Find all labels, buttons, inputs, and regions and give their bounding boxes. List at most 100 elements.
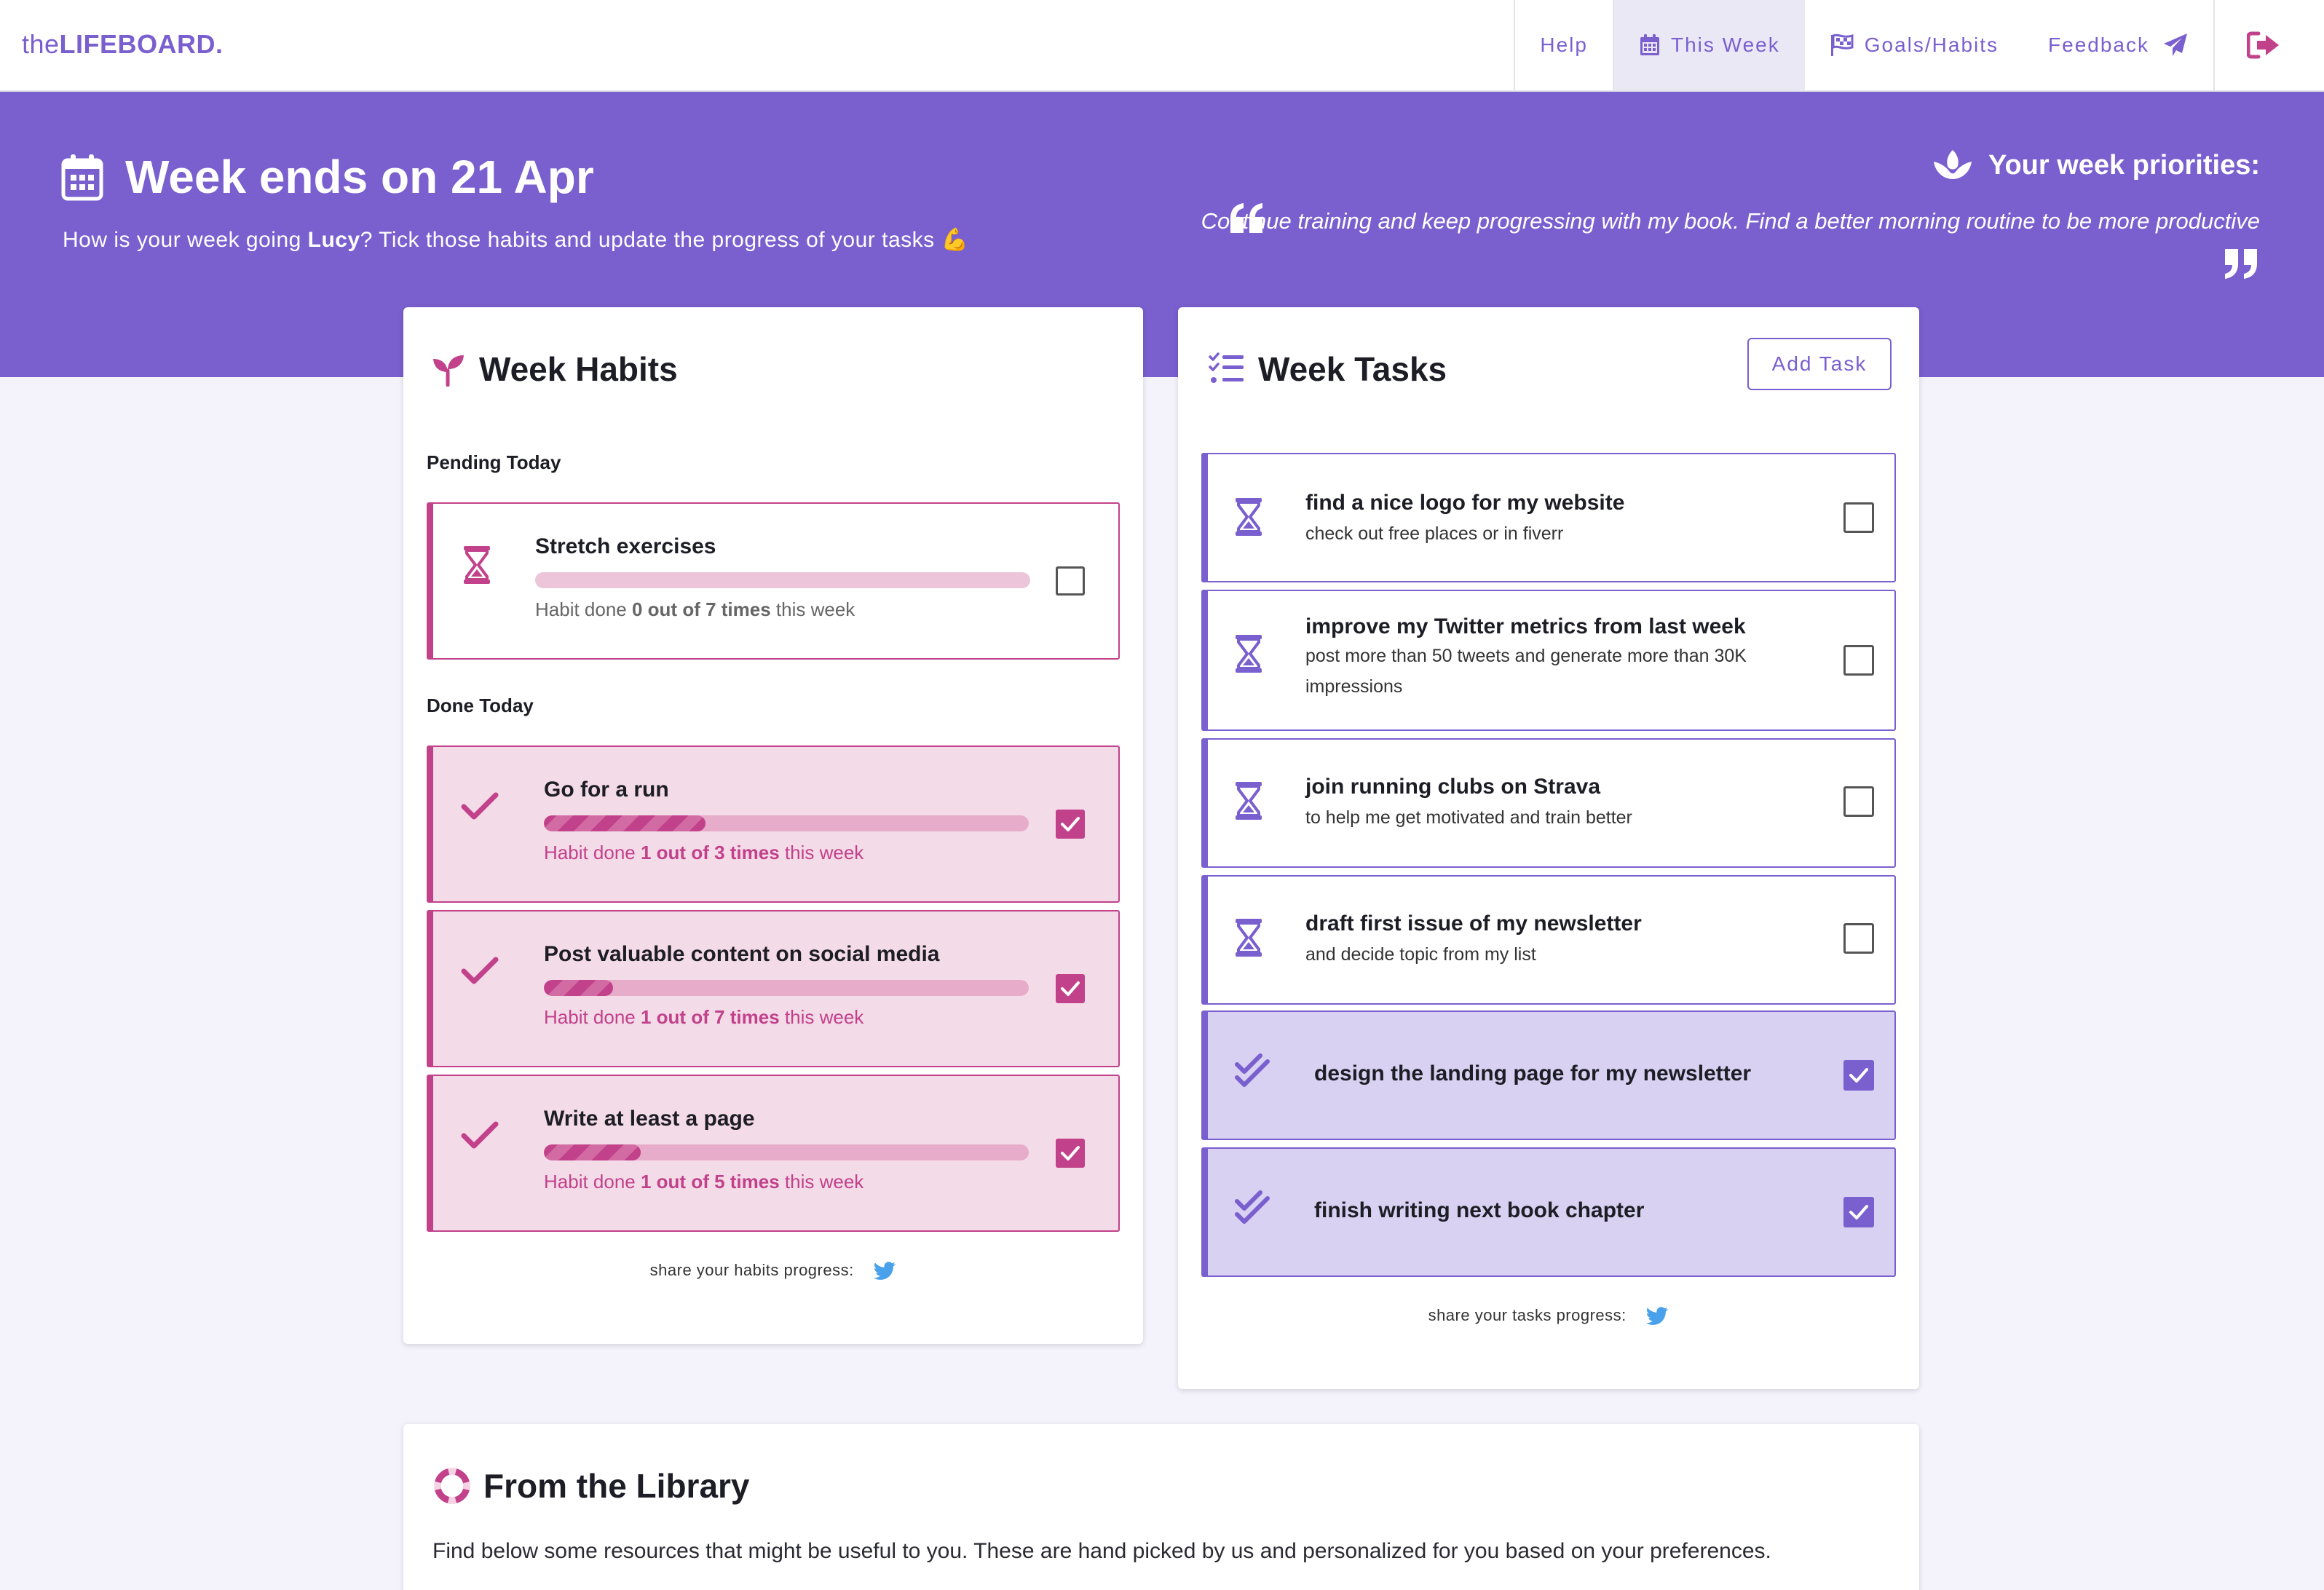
done-today-label: Done Today [427, 695, 534, 716]
checkmark-icon [1061, 1146, 1080, 1160]
habit-checkbox[interactable] [1056, 566, 1085, 596]
task-item[interactable]: finish writing next book chapter [1201, 1147, 1896, 1277]
hourglass-icon [1236, 919, 1262, 957]
week-tasks-card: Week Tasks Add Task find a nice logo for… [1178, 307, 1919, 1389]
task-item[interactable]: improve my Twitter metrics from last wee… [1201, 590, 1896, 731]
habit-progress-text: Habit done 0 out of 7 times this week [535, 598, 855, 621]
quote-close-icon [2225, 248, 2257, 279]
top-navbar: theLIFEBOARD. Help This Week Goals/Habit… [0, 0, 2324, 92]
habit-meta-suffix: this week [770, 598, 855, 620]
nav-feedback[interactable]: Feedback [2023, 0, 2213, 90]
habit-name: Write at least a page [544, 1107, 755, 1131]
habit-name: Stretch exercises [535, 534, 716, 558]
habit-item[interactable]: Post valuable content on social media Ha… [427, 910, 1120, 1067]
nav-goals-habits[interactable]: Goals/Habits [1805, 0, 2023, 90]
task-item[interactable]: draft first issue of my newsletter and d… [1201, 875, 1896, 1005]
nav-feedback-label: Feedback [2048, 33, 2149, 56]
nav-goals-habits-label: Goals/Habits [1864, 33, 1999, 56]
habit-meta-suffix: this week [779, 1171, 864, 1192]
habit-count: 1 out of 5 times [640, 1171, 780, 1192]
tasks-title: Week Tasks [1209, 349, 1447, 389]
paper-plane-icon [2164, 33, 2187, 56]
habit-progress-bar [544, 1144, 1029, 1160]
habit-count: 1 out of 7 times [640, 1006, 780, 1028]
task-description: check out free places or in fiverr [1305, 523, 1564, 544]
habit-item[interactable]: Stretch exercises Habit done 0 out of 7 … [427, 502, 1120, 660]
week-title: Week ends on 21 Apr [125, 151, 594, 203]
task-description: and decide topic from my list [1305, 944, 1536, 965]
priorities-heading: Your week priorities: [1932, 149, 2260, 182]
pending-today-label: Pending Today [427, 451, 561, 473]
user-name: Lucy [307, 228, 360, 252]
habit-meta-prefix: Habit done [535, 598, 632, 620]
task-checkbox[interactable] [1843, 1197, 1874, 1227]
share-tasks-label: share your tasks progress: [1428, 1306, 1627, 1324]
twitter-icon[interactable] [873, 1261, 896, 1281]
add-task-label: Add Task [1771, 352, 1868, 375]
habit-progress-fill [544, 1144, 641, 1160]
task-description: to help me get motivated and train bette… [1305, 807, 1632, 828]
hourglass-icon [1236, 635, 1262, 673]
task-checkbox[interactable] [1843, 502, 1874, 533]
habit-meta-suffix: this week [779, 842, 864, 863]
task-name: improve my Twitter metrics from last wee… [1305, 614, 1746, 638]
task-checkbox[interactable] [1843, 786, 1874, 817]
share-habits: share your habits progress: [403, 1261, 1143, 1281]
twitter-icon[interactable] [1645, 1306, 1669, 1326]
task-item[interactable]: design the landing page for my newslette… [1201, 1010, 1896, 1140]
page-title: Week ends on 21 Apr [61, 150, 594, 204]
priorities-title: Your week priorities: [1988, 149, 2260, 181]
task-name: draft first issue of my newsletter [1305, 911, 1642, 936]
task-item[interactable]: join running clubs on Strava to help me … [1201, 738, 1896, 868]
nav-help-label: Help [1540, 33, 1588, 56]
habit-progress-fill [544, 815, 706, 831]
habit-checkbox[interactable] [1056, 810, 1085, 839]
habit-item[interactable]: Write at least a page Habit done 1 out o… [427, 1075, 1120, 1232]
habits-title-text: Week Habits [479, 350, 678, 388]
priorities-text: Continue training and keep progressing w… [1197, 201, 2260, 282]
logout-button[interactable] [2213, 0, 2324, 90]
habit-progress-text: Habit done 1 out of 3 times this week [544, 842, 863, 864]
week-header: Week ends on 21 Apr How is your week goi… [0, 92, 2324, 377]
habit-checkbox[interactable] [1056, 974, 1085, 1003]
library-title-text: From the Library [483, 1467, 750, 1505]
habit-progress-text: Habit done 1 out of 5 times this week [544, 1171, 863, 1193]
task-description: post more than 50 tweets and generate mo… [1305, 646, 1747, 697]
nav-this-week[interactable]: This Week [1612, 0, 1805, 90]
check-icon [461, 957, 499, 984]
hourglass-icon [464, 546, 490, 584]
checklist-icon [1209, 352, 1244, 383]
task-checkbox[interactable] [1843, 1060, 1874, 1091]
habit-checkbox[interactable] [1056, 1139, 1085, 1168]
add-task-button[interactable]: Add Task [1747, 338, 1892, 390]
task-name: finish writing next book chapter [1314, 1198, 1645, 1222]
week-greeting: How is your week going Lucy? Tick those … [63, 227, 968, 253]
library-title: From the Library [434, 1466, 750, 1506]
hourglass-icon [1236, 498, 1262, 536]
task-checkbox[interactable] [1843, 645, 1874, 676]
habit-count: 1 out of 3 times [640, 842, 780, 863]
habit-progress-text: Habit done 1 out of 7 times this week [544, 1006, 863, 1029]
habit-progress-bar [544, 980, 1029, 996]
habit-count: 0 out of 7 times [631, 598, 771, 620]
habit-meta-prefix: Habit done [544, 1171, 641, 1192]
habit-meta-prefix: Habit done [544, 1006, 641, 1028]
week-habits-card: Week Habits Pending Today Stretch exerci… [403, 307, 1143, 1344]
greeting-before: How is your week going [63, 228, 308, 252]
library-description: Find below some resources that might be … [432, 1539, 1771, 1563]
priorities-quote: Continue training and keep progressing w… [1201, 208, 2260, 234]
brand-logo[interactable]: theLIFEBOARD. [22, 29, 224, 60]
nav-help[interactable]: Help [1514, 0, 1613, 90]
task-checkbox[interactable] [1843, 923, 1874, 954]
habit-meta-prefix: Habit done [544, 842, 641, 863]
hourglass-icon [1236, 782, 1262, 820]
habit-progress-bar [544, 815, 1029, 831]
checkmark-icon [1061, 981, 1080, 996]
task-item[interactable]: find a nice logo for my website check ou… [1201, 453, 1896, 582]
habit-item[interactable]: Go for a run Habit done 1 out of 3 times… [427, 745, 1120, 903]
checkmark-icon [1849, 1068, 1868, 1083]
brand-prefix: the [22, 29, 60, 59]
brand-name: LIFEBOARD. [59, 29, 224, 59]
greeting-after: ? Tick those habits and update the progr… [360, 228, 969, 252]
task-name: join running clubs on Strava [1305, 775, 1601, 799]
